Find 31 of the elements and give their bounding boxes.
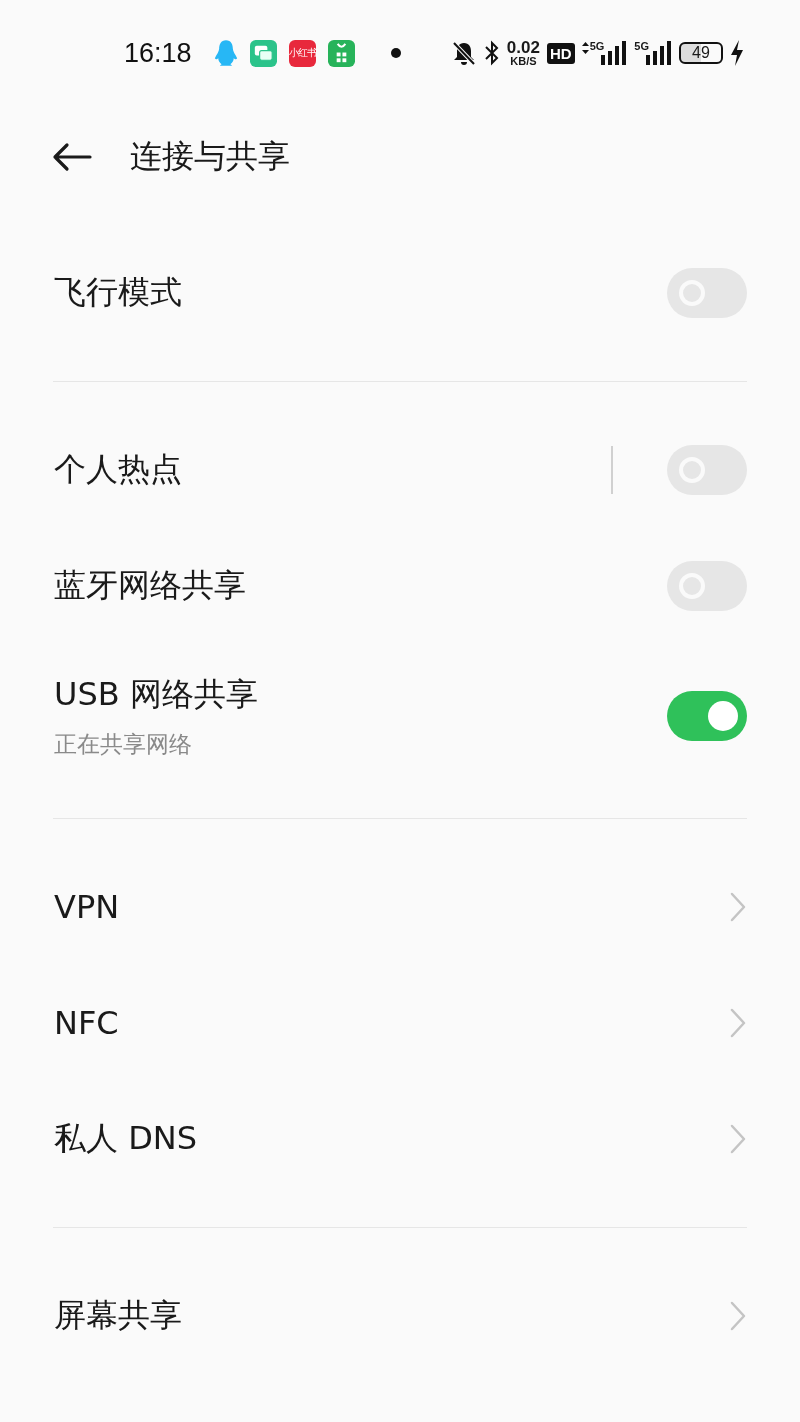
- bluetooth-icon: [483, 40, 500, 66]
- page-title: 连接与共享: [130, 136, 290, 177]
- status-time: 16:18: [124, 37, 192, 69]
- setting-status: 正在共享网络: [54, 729, 192, 759]
- setting-label[interactable]: USB 网络共享: [54, 672, 258, 717]
- shopping-bag-app-icon: [327, 39, 355, 67]
- muted-bell-icon: [450, 40, 477, 66]
- battery-level: 49: [692, 45, 710, 61]
- app-icon: 小红书: [288, 39, 316, 67]
- penguin-app-icon: [213, 39, 238, 67]
- chat-app-icon: [249, 39, 277, 67]
- network-type: 5G: [589, 41, 605, 52]
- setting-label[interactable]: NFC: [54, 1004, 119, 1042]
- chevron-right-icon[interactable]: [729, 1124, 747, 1154]
- chevron-right-icon[interactable]: [729, 892, 747, 922]
- setting-label[interactable]: 屏幕共享: [54, 1294, 182, 1338]
- setting-label[interactable]: VPN: [54, 888, 120, 926]
- setting-label[interactable]: 蓝牙网络共享: [54, 564, 246, 608]
- speed-unit: KB/S: [510, 56, 537, 67]
- separator-line: [611, 446, 613, 494]
- network-speed: 0.02: [506, 39, 540, 56]
- toggle-switch[interactable]: [667, 691, 747, 741]
- setting-label[interactable]: 私人 DNS: [54, 1117, 198, 1161]
- chevron-right-icon[interactable]: [729, 1008, 747, 1038]
- hd-voice-badge: HD: [546, 42, 575, 64]
- back-icon[interactable]: [52, 142, 92, 172]
- network-type: 5G: [634, 41, 649, 52]
- notification-dot-icon: [390, 48, 401, 58]
- setting-label[interactable]: 飞行模式: [54, 271, 182, 315]
- chevron-right-icon[interactable]: [729, 1301, 747, 1331]
- setting-label[interactable]: 个人热点: [54, 448, 182, 492]
